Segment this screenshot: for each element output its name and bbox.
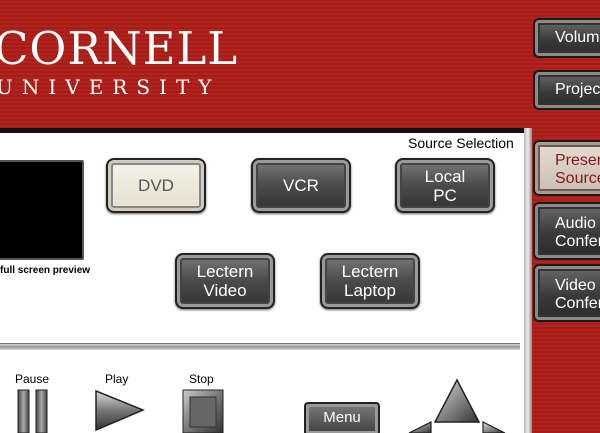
stop-label: Stop bbox=[189, 372, 214, 386]
volume-button[interactable]: Volume bbox=[533, 18, 600, 58]
menu-button[interactable]: Menu bbox=[304, 402, 380, 433]
local-pc-button[interactable]: Local PC bbox=[395, 158, 495, 213]
lectern-video-label-1: Lectern bbox=[196, 262, 254, 281]
logo-university: UNIVERSITY bbox=[0, 75, 221, 99]
video-label-2: Conference bbox=[555, 295, 600, 312]
logo-cornell: CORNELL bbox=[0, 22, 239, 75]
dpad-icon[interactable] bbox=[405, 378, 510, 433]
video-label-1: Video bbox=[555, 277, 596, 294]
projector-button[interactable]: Projector bbox=[533, 70, 600, 110]
audio-label-2: Conference bbox=[555, 233, 600, 250]
lectern-laptop-button[interactable]: Lectern Laptop bbox=[320, 253, 420, 309]
presentation-label-2: Source bbox=[555, 170, 600, 187]
vcr-button[interactable]: VCR bbox=[251, 158, 351, 213]
panel-divider bbox=[0, 343, 520, 350]
audio-label-1: Audio bbox=[555, 215, 596, 232]
presentation-label-1: Presentation bbox=[555, 152, 600, 169]
dvd-label: DVD bbox=[138, 176, 174, 195]
panel-edge bbox=[524, 128, 532, 433]
stop-icon[interactable] bbox=[181, 388, 225, 433]
play-label: Play bbox=[105, 372, 129, 386]
control-panel: CORNELL UNIVERSITY Volume Projector Pres… bbox=[0, 0, 600, 433]
local-pc-label-1: Local bbox=[424, 166, 466, 186]
preview-screen[interactable] bbox=[0, 160, 84, 260]
pause-label: Pause bbox=[15, 372, 50, 386]
volume-label: Volume bbox=[555, 29, 600, 46]
video-conference-button[interactable]: Video Conference bbox=[533, 264, 600, 322]
pause-icon[interactable] bbox=[16, 388, 50, 433]
presentation-source-button[interactable]: Presentation Source bbox=[533, 140, 600, 196]
preview-label: full screen preview bbox=[0, 265, 91, 276]
vcr-label: VCR bbox=[283, 176, 319, 195]
lectern-video-label-2: Video bbox=[203, 281, 247, 300]
audio-conference-button[interactable]: Audio Conference bbox=[533, 202, 600, 260]
projector-label: Projector bbox=[555, 81, 600, 98]
local-pc-label-2: PC bbox=[433, 185, 457, 205]
lectern-laptop-label-1: Lectern bbox=[341, 262, 399, 281]
play-icon[interactable] bbox=[93, 388, 147, 433]
dvd-button[interactable]: DVD bbox=[106, 158, 206, 213]
lectern-video-button[interactable]: Lectern Video bbox=[175, 253, 275, 309]
lectern-laptop-label-2: Laptop bbox=[344, 281, 396, 300]
source-selection-title: Source Selection bbox=[408, 135, 514, 151]
